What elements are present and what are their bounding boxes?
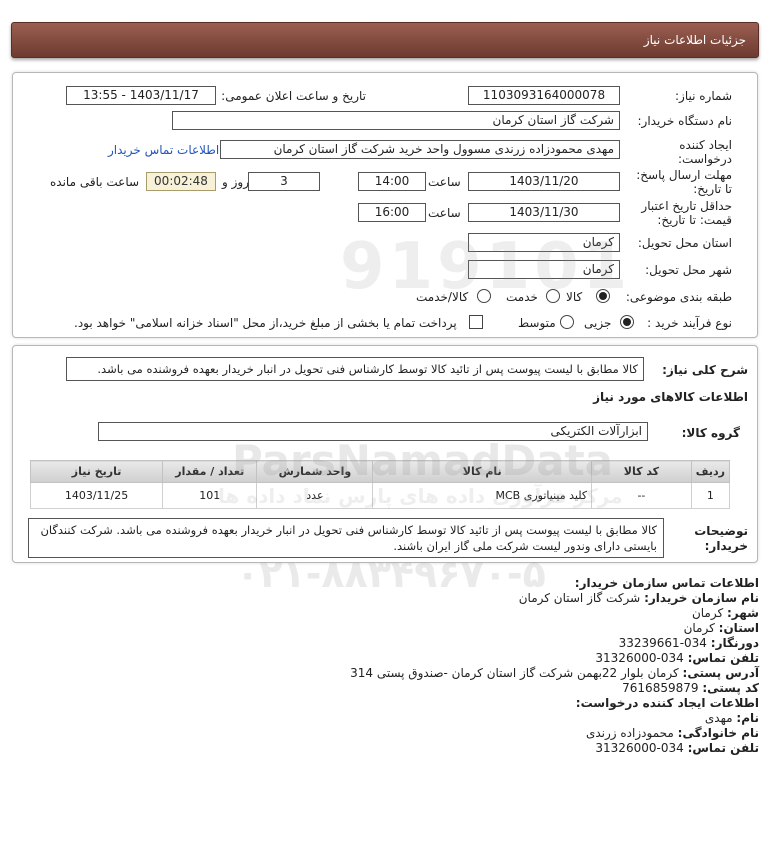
category-service-radio[interactable] (546, 289, 560, 303)
creator-name-value: مهدی (704, 711, 733, 725)
creator-phone-line: تلفن تماس: 034-31326000 (595, 741, 759, 755)
province-field: کرمان (468, 233, 620, 252)
contact-city-label: شهر: (727, 606, 759, 620)
buyer-notes-label: توضیحات خریدار: (694, 524, 748, 553)
col-row: ردیف (690, 460, 731, 483)
creator-title: اطلاعات ایجاد کننده درخواست: (575, 696, 759, 710)
creator-family-line: نام خانوادگی: محمودزاده زرندی (586, 726, 759, 740)
goods-group-label: گروه کالا: (681, 426, 740, 440)
cell-unit: عدد (256, 482, 374, 509)
province-label: استان محل تحویل: (637, 236, 732, 250)
requester-label: ایجاد کننده درخواست: (678, 138, 732, 166)
contact-address-value: کرمان بلوار 22بهمن شرکت گاز استان کرمان … (350, 666, 679, 680)
contact-province-label: استان: (718, 621, 759, 635)
buyer-notes-field: کالا مطابق با لیست پیوست پس از تائید کال… (28, 518, 664, 558)
treasury-bonds-text: پرداخت تمام یا بخشی از مبلغ خرید،از محل … (74, 316, 457, 330)
col-code: کد کالا (591, 460, 692, 483)
deadline-date-field: 1403/11/20 (468, 172, 620, 191)
city-field: کرمان (468, 260, 620, 279)
need-description-field: کالا مطابق با لیست پیوست پس از تائید کال… (66, 357, 644, 381)
table-row: 1 -- کلید مینیاتوری MCB عدد 101 1403/11/… (29, 482, 731, 509)
creator-phone-label: تلفن تماس: (687, 741, 759, 755)
cell-row: 1 (690, 482, 731, 509)
creator-name-line: نام: مهدی (705, 711, 759, 725)
announce-field: 1403/11/17 - 13:55 (66, 86, 216, 105)
creator-family-value: محمودزاده زرندی (585, 726, 674, 740)
creator-name-label: نام: (736, 711, 759, 725)
contact-org-label: نام سازمان خریدار: (644, 591, 759, 605)
contact-city-value: کرمان (691, 606, 724, 620)
deadline-time-label: ساعت (428, 175, 461, 189)
process-minor-radio[interactable] (620, 315, 634, 329)
validity-time-label: ساعت (428, 206, 461, 220)
contact-title: اطلاعات تماس سازمان خریدار: (574, 576, 759, 590)
col-unit: واحد شمارش (256, 460, 374, 483)
page-title: جزئیات اطلاعات نیاز (643, 33, 746, 47)
process-medium-radio[interactable] (560, 315, 574, 329)
contact-fax-line: دورنگار: 034-33239661 (619, 636, 759, 650)
requester-field: مهدی محمودزاده زرندی مسوول واحد خرید شرک… (220, 140, 620, 159)
buyer-contact-link[interactable]: اطلاعات تماس خریدار (108, 143, 219, 157)
buyer-org-field: شرکت گاز استان کرمان (172, 111, 620, 130)
contact-city-line: شهر: کرمان (692, 606, 759, 620)
category-goods-label: کالا (566, 290, 583, 304)
contact-postal-label: کد پستی: (702, 681, 759, 695)
city-label: شهر محل تحویل: (645, 263, 732, 277)
contact-postal-value: 7616859879 (622, 681, 699, 695)
goods-info-title: اطلاعات کالاهای مورد نیاز (593, 390, 748, 404)
contact-phone-value: 034-31326000 (595, 651, 684, 665)
remaining-time-label: ساعت باقی مانده (50, 175, 140, 189)
col-name: نام کالا (372, 460, 593, 483)
need-number-label: شماره نیاز: (675, 89, 732, 103)
items-table: ردیف کد کالا نام کالا واحد شمارش تعداد /… (29, 460, 731, 509)
days-label: روز و (222, 175, 249, 189)
validity-label: حداقل تاریخ اعتبار قیمت: تا تاریخ: (641, 199, 732, 227)
process-medium-label: متوسط (518, 316, 556, 330)
cell-code: -- (591, 482, 692, 509)
contact-fax-label: دورنگار: (710, 636, 759, 650)
category-goods-service-radio[interactable] (477, 289, 491, 303)
treasury-bonds-checkbox[interactable] (469, 315, 483, 329)
need-description-label: شرح کلی نیاز: (662, 363, 748, 377)
validity-time-field: 16:00 (358, 203, 426, 222)
need-number-field: 1103093164000078 (468, 86, 620, 105)
creator-phone-value: 034-31326000 (595, 741, 684, 755)
col-date: تاریخ نیاز (29, 460, 164, 483)
cell-qty: 101 (162, 482, 258, 509)
remaining-time-badge: 00:02:48 (146, 172, 216, 191)
contact-province-line: استان: کرمان (684, 621, 759, 635)
contact-phone-label: تلفن تماس: (687, 651, 759, 665)
cell-date: 1403/11/25 (29, 482, 164, 509)
page-header: جزئیات اطلاعات نیاز (11, 22, 759, 58)
goods-group-field: ابزارآلات الکتریکی (98, 422, 648, 441)
category-label: طبقه بندی موضوعی: (625, 290, 732, 304)
process-label: نوع فرآیند خرید : (647, 316, 732, 330)
creator-family-label: نام خانوادگی: (677, 726, 759, 740)
category-service-label: خدمت (506, 290, 538, 304)
col-qty: تعداد / مقدار (162, 460, 258, 483)
buyer-org-label: نام دستگاه خریدار: (637, 114, 733, 128)
cell-name: کلید مینیاتوری MCB (372, 482, 593, 509)
validity-date-field: 1403/11/30 (468, 203, 620, 222)
contact-address-line: آدرس پستی: کرمان بلوار 22بهمن شرکت گاز ا… (350, 666, 759, 680)
category-goods-radio[interactable] (596, 289, 610, 303)
contact-phone-line: تلفن تماس: 034-31326000 (595, 651, 759, 665)
announce-label: تاریخ و ساعت اعلان عمومی: (221, 89, 366, 103)
process-minor-label: جزیی (584, 316, 612, 330)
contact-address-label: آدرس پستی: (682, 666, 759, 680)
days-remaining-field: 3 (248, 172, 320, 191)
deadline-label: مهلت ارسال پاسخ: تا تاریخ: (636, 168, 732, 196)
contact-org-line: نام سازمان خریدار: شرکت گاز استان کرمان (519, 591, 759, 605)
contact-postal-line: کد پستی: 7616859879 (622, 681, 759, 695)
contact-province-value: کرمان (683, 621, 715, 635)
contact-fax-value: 034-33239661 (618, 636, 707, 650)
contact-org-value: شرکت گاز استان کرمان (518, 591, 641, 605)
category-goods-service-label: کالا/خدمت (416, 290, 469, 304)
deadline-time-field: 14:00 (358, 172, 426, 191)
table-header-row: ردیف کد کالا نام کالا واحد شمارش تعداد /… (29, 460, 731, 483)
